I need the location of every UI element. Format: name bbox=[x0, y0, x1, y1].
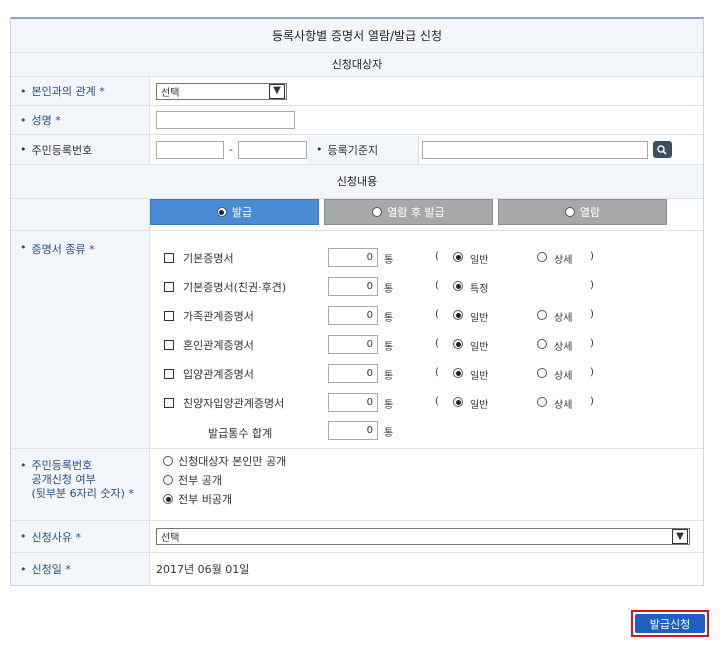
chevron-down-icon: ▼ bbox=[672, 529, 688, 544]
application-form: 등록사항별 증명서 열람/발급 신청 신청대상자 • 본인과의 관계 * 선택 ▼… bbox=[10, 17, 704, 586]
relation-row: • 본인과의 관계 * 선택 ▼ bbox=[11, 77, 703, 106]
cert-checkbox[interactable] bbox=[164, 253, 174, 263]
option-radio-detail[interactable] bbox=[537, 397, 547, 407]
cert-list: 기본증명서 0 통 ( 일반 상세 ) 기본증명서(친권·후견) 0 통 ( 특… bbox=[150, 231, 703, 448]
tabs-row: 발급 열람 후 발급 열람 bbox=[11, 199, 703, 231]
domicile-input[interactable] bbox=[421, 140, 648, 159]
radio-icon bbox=[163, 475, 173, 485]
rrn-row: • 주민등록번호 - • 등록기준지 bbox=[11, 135, 703, 165]
count-input[interactable]: 0 bbox=[328, 248, 378, 267]
name-input[interactable] bbox=[156, 111, 295, 129]
date-value: 2017년 06월 01일 bbox=[156, 563, 250, 576]
count-input[interactable]: 0 bbox=[328, 277, 378, 296]
cert-type-row: • 증명서 종류 * 기본증명서 0 통 ( 일반 상세 ) 기본증명서(친권·후… bbox=[11, 231, 703, 449]
cert-checkbox[interactable] bbox=[164, 398, 174, 408]
reason-label: 신청사유 * bbox=[31, 530, 81, 544]
disclosure-row: • 주민등록번호 공개신청 여부 (뒷부분 6자리 숫자) * 신청대상자 본인… bbox=[11, 449, 703, 521]
radio-icon bbox=[163, 456, 173, 466]
cert-row-marriage: 혼인관계증명서 0 통 ( 일반 상세 ) bbox=[150, 335, 690, 355]
option-radio-detail[interactable] bbox=[537, 339, 547, 349]
section-target-header: 신청대상자 bbox=[11, 53, 703, 77]
total-input: 0 bbox=[328, 421, 378, 440]
date-row: • 신청일 * 2017년 06월 01일 bbox=[11, 553, 703, 585]
radio-icon bbox=[564, 207, 575, 217]
cert-checkbox[interactable] bbox=[164, 340, 174, 350]
section-content-header: 신청내용 bbox=[11, 165, 703, 199]
count-input[interactable]: 0 bbox=[328, 306, 378, 325]
relation-select[interactable]: 선택 ▼ bbox=[156, 82, 287, 100]
rrn-dash: - bbox=[229, 143, 233, 156]
cert-checkbox[interactable] bbox=[164, 282, 174, 292]
option-radio-specific[interactable] bbox=[453, 281, 463, 291]
count-input[interactable]: 0 bbox=[328, 335, 378, 354]
rrn-first-input[interactable] bbox=[156, 140, 224, 159]
relation-label: 본인과의 관계 * bbox=[31, 85, 105, 98]
tab-issue[interactable]: 발급 bbox=[150, 199, 319, 225]
tab-view[interactable]: 열람 bbox=[498, 199, 667, 225]
radio-icon bbox=[163, 494, 173, 504]
count-input[interactable]: 0 bbox=[328, 393, 378, 412]
disclosure-option-self[interactable]: 신청대상자 본인만 공개 bbox=[163, 454, 703, 468]
cert-type-label: 증명서 종류 * bbox=[31, 243, 95, 256]
disclosure-option-all[interactable]: 전부 공개 bbox=[163, 473, 703, 487]
rrn-label: 주민등록번호 bbox=[31, 143, 93, 157]
option-radio-detail[interactable] bbox=[537, 310, 547, 320]
search-button[interactable] bbox=[652, 141, 672, 158]
cert-row-family: 가족관계증명서 0 통 ( 일반 상세 ) bbox=[150, 306, 690, 326]
name-label: 성명 * bbox=[31, 114, 61, 127]
cert-row-full-adoption: 친양자입양관계증명서 0 통 ( 일반 상세 ) bbox=[150, 393, 690, 413]
domicile-label-cell: • 등록기준지 bbox=[306, 135, 419, 164]
cert-row-basic-guardian: 기본증명서(친권·후견) 0 통 ( 특정 ) bbox=[150, 277, 690, 297]
option-radio-general[interactable] bbox=[453, 339, 463, 349]
cert-row-adoption: 입양관계증명서 0 통 ( 일반 상세 ) bbox=[150, 364, 690, 384]
cert-row-basic: 기본증명서 0 통 ( 일반 상세 ) bbox=[150, 248, 690, 268]
count-input[interactable]: 0 bbox=[328, 364, 378, 383]
option-radio-general[interactable] bbox=[453, 310, 463, 320]
total-row: 발급통수 합계 0 통 bbox=[150, 421, 690, 441]
radio-icon bbox=[372, 207, 383, 217]
chevron-down-icon: ▼ bbox=[269, 83, 285, 99]
option-radio-general[interactable] bbox=[453, 397, 463, 407]
issue-apply-button[interactable]: 발급신청 bbox=[631, 610, 709, 637]
reason-row: • 신청사유 * 선택 ▼ bbox=[11, 521, 703, 553]
option-radio-detail[interactable] bbox=[537, 368, 547, 378]
total-label: 발급통수 합계 bbox=[208, 427, 273, 440]
option-radio-detail[interactable] bbox=[537, 252, 547, 262]
option-radio-general[interactable] bbox=[453, 368, 463, 378]
search-icon bbox=[657, 144, 668, 155]
cert-checkbox[interactable] bbox=[164, 369, 174, 379]
date-label: 신청일 * bbox=[31, 563, 71, 576]
cert-checkbox[interactable] bbox=[164, 311, 174, 321]
page-title: 등록사항별 증명서 열람/발급 신청 bbox=[11, 19, 703, 53]
domicile-label: 등록기준지 bbox=[327, 143, 379, 157]
radio-icon bbox=[216, 207, 227, 217]
tab-view-then-issue[interactable]: 열람 후 발급 bbox=[324, 199, 493, 225]
rrn-second-input[interactable] bbox=[237, 140, 307, 159]
disclosure-option-none[interactable]: 전부 비공개 bbox=[163, 492, 703, 506]
name-row: • 성명 * bbox=[11, 106, 703, 135]
option-radio-general[interactable] bbox=[453, 252, 463, 262]
reason-select[interactable]: 선택 ▼ bbox=[156, 528, 690, 545]
